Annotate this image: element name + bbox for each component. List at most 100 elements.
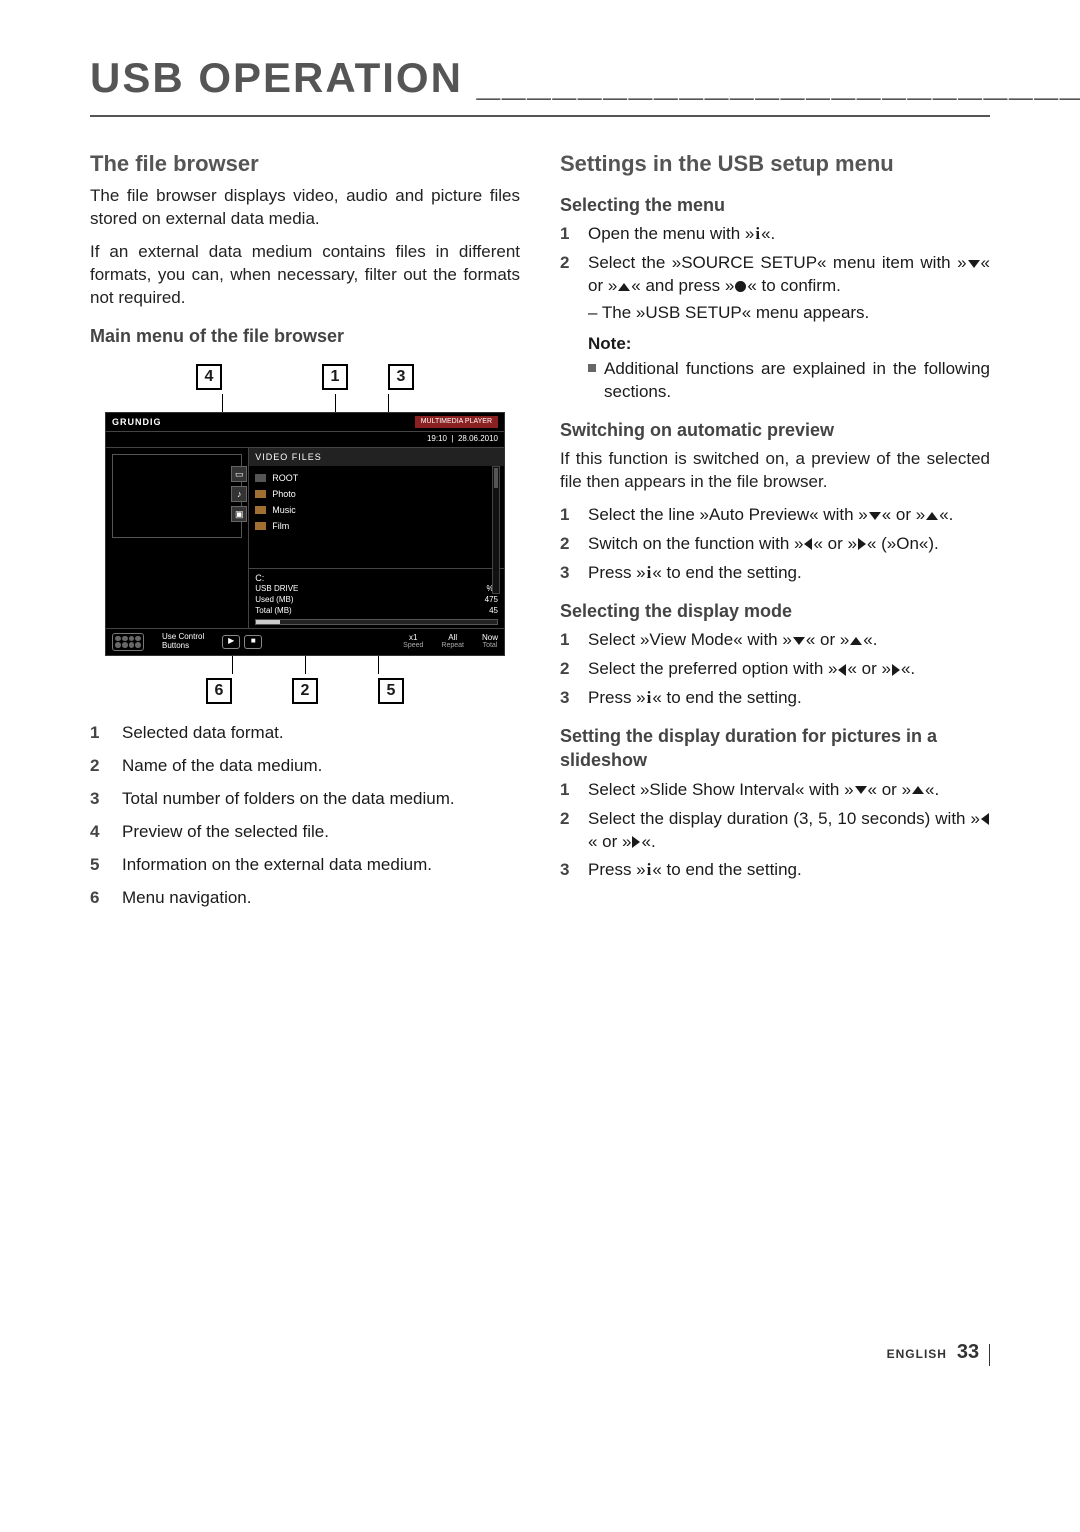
repeat-lbl: Repeat (441, 642, 464, 650)
total-val2: Now (482, 634, 498, 643)
right-column: Settings in the USB setup menu Selecting… (560, 145, 990, 919)
drive-letter: C: (255, 573, 264, 583)
left-icon (981, 813, 989, 825)
sel-menu-step1: Open the menu with »i«. (588, 223, 990, 246)
disp-step2: Select the preferred option with »« or »… (588, 658, 990, 681)
files-pane: ▭ ♪ ▣ VIDEO FILES ROOT Photo Music Film (249, 448, 504, 628)
repeat-val: All (448, 634, 457, 643)
folder-icon (255, 522, 266, 530)
sel-menu-step2: Select the »SOURCE SETUP« menu item with… (588, 252, 990, 298)
display-mode-heading: Selecting the display mode (560, 599, 990, 623)
ref-3: Total number of folders on the data medi… (122, 788, 455, 811)
left-column: The file browser The file browser displa… (90, 145, 520, 919)
file-photo: Photo (272, 488, 296, 500)
folder-icon (255, 506, 266, 514)
right-icon (632, 836, 640, 848)
up-icon (912, 786, 924, 794)
file-music: Music (272, 504, 296, 516)
up-icon (850, 637, 862, 645)
page-title: USB OPERATION ________________________ (90, 50, 990, 117)
format-tab-photo: ▣ (231, 506, 247, 522)
file-root: ROOT (272, 472, 298, 484)
screen-time: 19:10 (427, 434, 447, 443)
remote-icon (112, 633, 144, 651)
speed-lbl: Speed (403, 642, 423, 650)
down-icon (869, 512, 881, 520)
screen-date: 28.06.2010 (458, 434, 498, 443)
capacity-bar (255, 619, 498, 625)
total-val: 45 (489, 606, 498, 617)
auto-step2: Switch on the function with »« or »« (»O… (588, 533, 990, 556)
callout-6: 6 (206, 678, 232, 704)
format-tab-audio: ♪ (231, 486, 247, 502)
down-icon (968, 260, 980, 268)
usb-settings-heading: Settings in the USB setup menu (560, 149, 990, 179)
total-lbl: Total (483, 642, 498, 650)
bullet-icon (588, 364, 596, 372)
callout-4: 4 (196, 364, 222, 390)
up-icon (618, 283, 630, 291)
total-label: Total (MB) (255, 606, 291, 617)
file-browser-heading: The file browser (90, 149, 520, 179)
file-browser-para2: If an external data medium contains file… (90, 241, 520, 310)
main-menu-heading: Main menu of the file browser (90, 324, 520, 348)
slide-step3: Press »i« to end the setting. (588, 859, 990, 882)
left-icon (804, 538, 812, 550)
info-icon: i (755, 223, 760, 246)
down-icon (793, 637, 805, 645)
info-icon: i (647, 562, 652, 585)
drive-icon (255, 474, 266, 482)
ref-4: Preview of the selected file. (122, 821, 329, 844)
callout-2: 2 (292, 678, 318, 704)
auto-preview-heading: Switching on automatic preview (560, 418, 990, 442)
callout-1: 1 (322, 364, 348, 390)
ref-2: Name of the data medium. (122, 755, 322, 778)
speed-val: x1 (409, 634, 417, 643)
page-title-text: USB OPERATION (90, 54, 463, 101)
up-icon (926, 512, 938, 520)
file-browser-figure: 4 1 3 GRUNDIG MULTIMEDIA PLAYER 19:10 | … (90, 364, 520, 704)
file-browser-para1: The file browser displays video, audio a… (90, 185, 520, 231)
footer-language: ENGLISH (887, 1347, 947, 1361)
play-icon: ▶ (222, 635, 240, 649)
preview-pane (106, 448, 249, 628)
selecting-menu-heading: Selecting the menu (560, 193, 990, 217)
slideshow-duration-heading: Setting the display duration for picture… (560, 724, 990, 773)
note-title: Note: (588, 333, 990, 356)
right-icon (858, 538, 866, 550)
brand-label: GRUNDIG (112, 416, 162, 428)
footer-page-number: 33 (957, 1341, 979, 1363)
disp-step3: Press »i« to end the setting. (588, 687, 990, 710)
drive-name: USB DRIVE (255, 584, 298, 595)
down-icon (855, 786, 867, 794)
right-icon (892, 664, 900, 676)
stop-icon: ■ (244, 635, 262, 649)
slide-step1: Select »Slide Show Interval« with »« or … (588, 779, 990, 802)
info-icon: i (647, 859, 652, 882)
screen-mock: GRUNDIG MULTIMEDIA PLAYER 19:10 | 28.06.… (105, 412, 505, 656)
folder-icon (255, 490, 266, 498)
preview-frame (112, 454, 242, 538)
files-header: VIDEO FILES (249, 448, 504, 466)
left-icon (838, 664, 846, 676)
callout-3: 3 (388, 364, 414, 390)
ref-1: Selected data format. (122, 722, 284, 745)
used-label: Used (MB) (255, 595, 293, 606)
auto-step1: Select the line »Auto Preview« with »« o… (588, 504, 990, 527)
file-film: Film (272, 520, 289, 532)
note-body: Additional functions are explained in th… (604, 358, 990, 404)
info-icon: i (647, 687, 652, 710)
reference-list: 1Selected data format. 2Name of the data… (90, 722, 520, 910)
mm-label: MULTIMEDIA PLAYER (415, 416, 498, 427)
format-tab-video: ▭ (231, 466, 247, 482)
auto-step3: Press »i« to end the setting. (588, 562, 990, 585)
disp-step1: Select »View Mode« with »« or »«. (588, 629, 990, 652)
page-footer: ENGLISH 33 (90, 1339, 990, 1366)
auto-preview-para: If this function is switched on, a previ… (560, 448, 990, 494)
ref-6: Menu navigation. (122, 887, 251, 910)
used-val: 475 (485, 595, 498, 606)
ref-5: Information on the external data medium. (122, 854, 432, 877)
ok-icon (735, 281, 746, 292)
scrollbar (492, 466, 500, 594)
buttons-label: Buttons (162, 642, 204, 651)
